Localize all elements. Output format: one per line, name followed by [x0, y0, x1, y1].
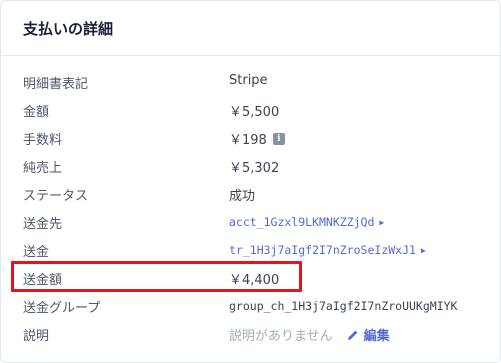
detail-row-transfer-group: 送金グループ group_ch_1H3j7aIgf2I7nZroUUKgMIYK: [1, 292, 500, 320]
detail-row-amount: 金額 ￥5,500: [1, 96, 500, 124]
info-icon[interactable]: i: [272, 132, 285, 145]
status-value: 成功: [229, 189, 256, 204]
transfer-link[interactable]: tr_1H3j7aIgf2I7nZroSeIzWxJ1: [229, 243, 416, 257]
row-value-wrap: ￥198 i: [229, 129, 285, 148]
row-label: 送金先: [23, 217, 63, 232]
destination-link-wrap[interactable]: acct_1Gzxl9LKMNKZZjQd ▶: [229, 215, 384, 229]
row-label: 明細書表記: [23, 77, 89, 92]
row-label: ステータス: [23, 189, 89, 204]
detail-row-status: ステータス 成功: [1, 180, 500, 208]
row-label: 送金: [23, 245, 50, 260]
row-label: 説明: [23, 329, 50, 344]
card-title: 支払いの詳細: [23, 20, 114, 38]
detail-row-description: 説明 説明がありません 編集: [1, 320, 500, 348]
description-value-wrap: 説明がありません 編集: [229, 325, 390, 344]
detail-row-transfer: 送金 tr_1H3j7aIgf2I7nZroSeIzWxJ1 ▶: [1, 236, 500, 264]
row-value: ￥5,302: [229, 161, 280, 176]
caret-right-icon: ▶: [379, 217, 385, 227]
transfer-group-value: group_ch_1H3j7aIgf2I7nZroUUKgMIYK: [229, 299, 458, 313]
edit-label: 編集: [363, 329, 390, 344]
detail-row-fee: 手数料 ￥198 i: [1, 124, 500, 152]
row-label: 金額: [23, 105, 50, 120]
detail-row-transfer-amount: 送金額 ￥4,400: [1, 264, 500, 292]
transfer-link-wrap[interactable]: tr_1H3j7aIgf2I7nZroSeIzWxJ1 ▶: [229, 243, 426, 257]
row-value: ￥5,500: [229, 105, 280, 120]
row-label: 純売上: [23, 161, 63, 176]
row-value: Stripe: [229, 73, 268, 88]
edit-description-button[interactable]: 編集: [347, 325, 390, 344]
card-header: 支払いの詳細: [1, 1, 500, 56]
transfer-amount-value: ￥4,400: [229, 273, 280, 288]
payment-details-card: 支払いの詳細 明細書表記 Stripe 金額 ￥5,500 手数料 ￥198 i…: [0, 0, 501, 363]
row-label: 送金額: [23, 273, 63, 288]
caret-right-icon: ▶: [420, 245, 426, 255]
detail-row-net: 純売上 ￥5,302: [1, 152, 500, 180]
destination-account-link[interactable]: acct_1Gzxl9LKMNKZZjQd: [229, 215, 374, 229]
row-label: 送金グループ: [23, 301, 101, 316]
pencil-icon: [347, 330, 358, 340]
fee-value: ￥198: [229, 133, 267, 148]
detail-row-statement-descriptor: 明細書表記 Stripe: [1, 68, 500, 96]
row-label: 手数料: [23, 133, 63, 148]
detail-row-destination: 送金先 acct_1Gzxl9LKMNKZZjQd ▶: [1, 208, 500, 236]
description-empty-text: 説明がありません: [229, 329, 333, 344]
